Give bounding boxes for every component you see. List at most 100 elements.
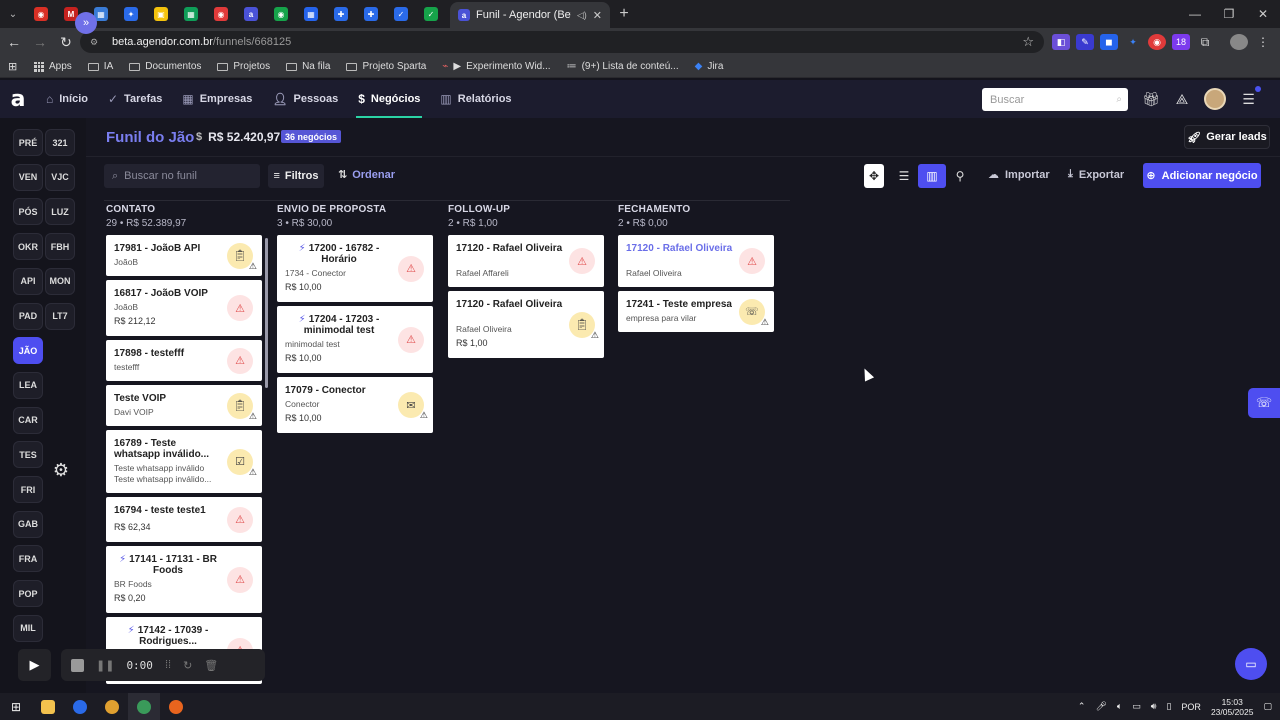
column-scrollbar[interactable] bbox=[265, 238, 268, 388]
windows-start-icon[interactable]: ⊞ bbox=[0, 693, 32, 720]
deal-card[interactable]: 16794 - teste teste1 R$ 62,34 ⚠ bbox=[106, 497, 262, 542]
chrome-active-icon[interactable] bbox=[128, 693, 160, 720]
pinned-tab[interactable]: ▦ bbox=[296, 0, 326, 28]
deal-title[interactable]: 17120 - Rafael Oliveira bbox=[626, 243, 734, 254]
pinned-tab[interactable]: a bbox=[236, 0, 266, 28]
warning-icon[interactable]: ⚠ bbox=[739, 248, 765, 274]
gerar-leads-button[interactable]: 🚀︎ Gerar leads bbox=[1184, 125, 1270, 149]
deal-title[interactable]: 16789 - Teste whatsapp inválido... bbox=[114, 438, 222, 460]
deal-title[interactable]: ⚡ 17141 - 17131 - BR Foods bbox=[114, 554, 222, 576]
bookmark-star-icon[interactable]: ☆ bbox=[1022, 34, 1034, 50]
pinned-tab[interactable]: ◉ bbox=[266, 0, 296, 28]
deal-card[interactable]: ⚡ 17200 - 16782 - Horário 1734 - Conector R… bbox=[277, 235, 433, 302]
clipboard-warning-icon[interactable]: 📋︎ ⚠ bbox=[569, 311, 599, 340]
deal-card[interactable]: 17120 - Rafael Oliveira Rafael Oliveira R$… bbox=[448, 291, 604, 358]
new-tab-button[interactable]: + bbox=[610, 0, 638, 28]
pinned-tab[interactable]: ✚ bbox=[356, 0, 386, 28]
funnel-shortcut-vjc[interactable]: VJC bbox=[45, 163, 75, 191]
chrome-icon[interactable] bbox=[96, 693, 128, 720]
whatsapp-float-button[interactable]: ☏ bbox=[1248, 388, 1280, 418]
funnel-shortcut-luz[interactable]: LUZ bbox=[45, 198, 75, 226]
tray-chevron-icon[interactable]: ⌃ bbox=[1078, 701, 1086, 712]
funnel-shortcut-gab[interactable]: GAB bbox=[13, 510, 43, 538]
funnel-shortcut-mon[interactable]: MON bbox=[45, 267, 75, 295]
camera-record-button[interactable]: ▶ bbox=[18, 649, 51, 681]
deal-card[interactable]: 16789 - Teste whatsapp inválido... Teste … bbox=[106, 430, 262, 493]
phone-warning-icon[interactable]: ☏ ⚠ bbox=[739, 298, 769, 327]
deal-title[interactable]: 17981 - JoãoB API bbox=[114, 243, 222, 254]
pinned-tab[interactable]: ▦ bbox=[176, 0, 206, 28]
deal-title[interactable]: ⚡ 17204 - 17203 - minimodal test bbox=[285, 314, 393, 336]
app-icon[interactable] bbox=[64, 693, 96, 720]
importar-button[interactable]: ☁ Importar bbox=[988, 168, 1050, 182]
funnel-shortcut-pós[interactable]: PÓS bbox=[13, 198, 43, 226]
url-field[interactable]: ⚙ beta.agendor.com.br/funnels/668125 ☆ bbox=[80, 31, 1044, 53]
trash-icon[interactable]: 🗑︎ bbox=[204, 659, 218, 672]
clipboard-warning-icon[interactable]: 📋︎ ⚠ bbox=[227, 242, 257, 271]
deal-title[interactable]: Teste VOIP bbox=[114, 393, 222, 404]
funnel-shortcut-pop[interactable]: POP bbox=[13, 580, 43, 608]
grip-icon[interactable]: ⁞⁞ bbox=[165, 659, 171, 671]
pinned-tab[interactable]: ✚ bbox=[326, 0, 356, 28]
extension-icon[interactable]: ◼ bbox=[1100, 34, 1118, 50]
nav-empresas[interactable]: ▦ Empresas bbox=[172, 80, 262, 118]
deal-title[interactable]: 16794 - teste teste1 bbox=[114, 505, 222, 516]
funnel-shortcut-pré[interactable]: PRÉ bbox=[13, 129, 43, 156]
warning-icon[interactable]: ⚠ bbox=[227, 566, 253, 593]
bookmark-link[interactable]: ⌁ ▶ Experimento Wid... bbox=[434, 61, 558, 72]
deal-title[interactable]: 17079 - Conector bbox=[285, 385, 393, 396]
pinned-tab[interactable]: ✓ bbox=[386, 0, 416, 28]
clipboard-warning-icon[interactable]: 📋︎ ⚠ bbox=[227, 392, 257, 421]
map-view-icon[interactable]: ⚲ bbox=[946, 164, 974, 188]
site-info-icon[interactable]: ⚙ bbox=[90, 37, 104, 48]
funnel-shortcut-tes[interactable]: TES bbox=[13, 441, 43, 469]
funnel-shortcut-lt7[interactable]: LT7 bbox=[45, 302, 75, 330]
speaker-icon[interactable]: 🔈︎ bbox=[1117, 701, 1122, 712]
nav-inicio[interactable]: ⌂ Início bbox=[36, 80, 98, 118]
global-search-input[interactable]: Buscar ⌕ bbox=[982, 88, 1128, 111]
deal-card[interactable]: 17981 - JoãoB API JoãoB 📋︎ ⚠ bbox=[106, 235, 262, 276]
funnel-shortcut-okr[interactable]: OKR bbox=[13, 233, 43, 261]
funnel-search-input[interactable]: ⌕ Buscar no funil bbox=[104, 164, 260, 188]
deal-card[interactable]: 16817 - JoãoB VOIP JoãoB R$ 212,12 ⚠ bbox=[106, 280, 262, 336]
forward-icon[interactable]: → bbox=[28, 28, 52, 56]
funnel-shortcut-pad[interactable]: PAD bbox=[13, 302, 43, 330]
funnel-shortcut-fra[interactable]: FRA bbox=[13, 545, 43, 573]
funnel-shortcut-jão[interactable]: JÃO bbox=[13, 337, 43, 365]
warning-icon[interactable]: ⚠ bbox=[227, 506, 253, 533]
bookmark-folder[interactable]: Projeto Sparta bbox=[338, 61, 434, 72]
extension-icon[interactable]: ✦ bbox=[1124, 34, 1142, 50]
funnel-title[interactable]: Funil do Jão bbox=[106, 129, 194, 146]
extensions-puzzle-icon[interactable]: ⧉ bbox=[1196, 34, 1214, 50]
warning-icon[interactable]: ⚠ bbox=[569, 248, 595, 274]
deal-card[interactable]: 17120 - Rafael Oliveira Rafael Oliveira ⚠ bbox=[618, 235, 774, 287]
speaker-icon[interactable]: ◁) bbox=[577, 10, 587, 21]
nav-tarefas[interactable]: ✓ Tarefas bbox=[98, 80, 172, 118]
deal-card[interactable]: Teste VOIP Davi VOIP 📋︎ ⚠ bbox=[106, 385, 262, 426]
filtros-button[interactable]: ≡ Filtros bbox=[268, 164, 324, 188]
gift-icon[interactable]: 🎁︎ bbox=[1142, 91, 1160, 108]
expand-sidebar-button[interactable]: » bbox=[75, 12, 97, 34]
browser-menu-icon[interactable]: ⋮ bbox=[1254, 34, 1272, 50]
add-deal-button[interactable]: ⊕ Adicionar negócio bbox=[1143, 163, 1261, 188]
bookmark-folder[interactable]: Documentos bbox=[121, 61, 209, 72]
deal-title[interactable]: 17898 - testefff bbox=[114, 348, 222, 359]
deal-title[interactable]: 17120 - Rafael Oliveira bbox=[456, 243, 564, 254]
exportar-button[interactable]: ⤓ Exportar bbox=[1068, 168, 1124, 181]
minimize-icon[interactable]: — bbox=[1178, 0, 1212, 28]
agendor-logo[interactable]: a bbox=[0, 80, 36, 118]
funnel-shortcut-car[interactable]: CAR bbox=[13, 406, 43, 434]
deal-card[interactable]: ⚡ 17141 - 17131 - BR Foods BR Foods R$ 0,20… bbox=[106, 546, 262, 613]
user-avatar[interactable] bbox=[1204, 88, 1227, 110]
extension-icon[interactable]: ◧ bbox=[1052, 34, 1070, 50]
chat-support-button[interactable]: ▭ bbox=[1235, 648, 1267, 680]
funnel-shortcut-api[interactable]: API bbox=[13, 267, 43, 295]
pinned-tab[interactable]: ✦ bbox=[116, 0, 146, 28]
file-explorer-icon[interactable] bbox=[32, 693, 64, 720]
deal-title[interactable]: 17120 - Rafael Oliveira bbox=[456, 299, 564, 310]
pause-icon[interactable]: ❚❚ bbox=[96, 659, 114, 672]
funnel-shortcut-lea[interactable]: LEA bbox=[13, 371, 43, 399]
deal-title[interactable]: ⚡ 17142 - 17039 - Rodrigues... bbox=[114, 625, 222, 647]
pinned-tab[interactable]: ◉ bbox=[206, 0, 236, 28]
volume-icon[interactable]: 🔊︎ bbox=[1151, 701, 1157, 712]
